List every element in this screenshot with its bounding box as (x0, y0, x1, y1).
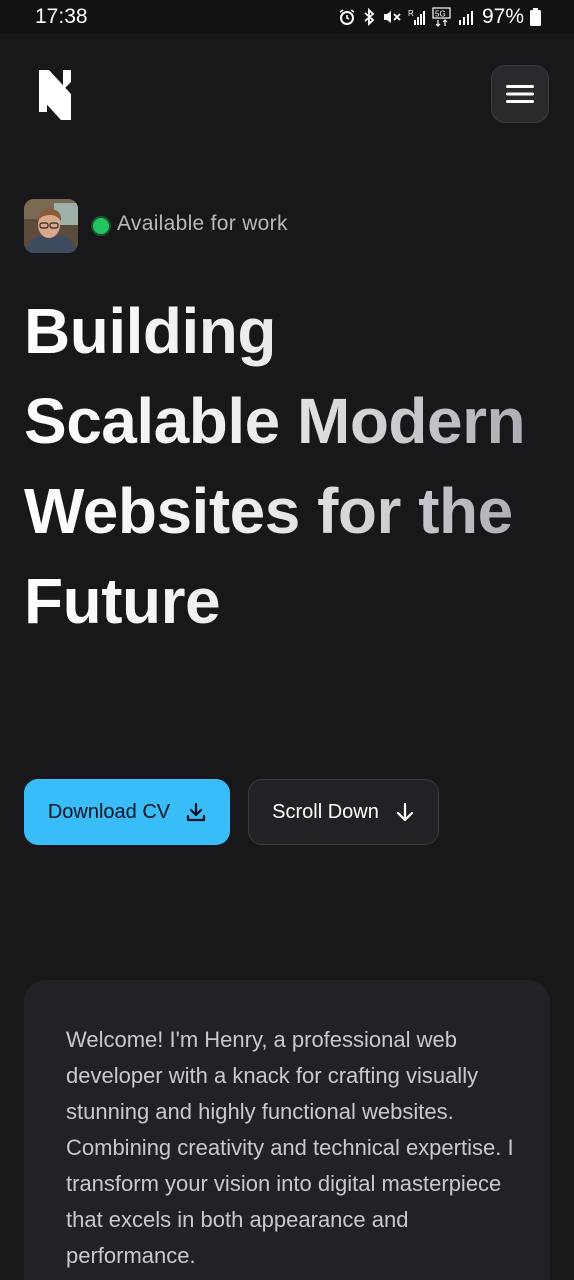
avatar (24, 199, 78, 253)
svg-text:R: R (408, 9, 414, 18)
svg-text:5G: 5G (435, 10, 446, 19)
download-icon (187, 802, 206, 822)
scroll-down-label: Scroll Down (272, 800, 379, 823)
signal-r-icon: R (408, 9, 425, 25)
status-time: 17:38 (35, 5, 88, 28)
alarm-icon (339, 9, 355, 25)
availability-text: Available for work (117, 212, 288, 235)
intro-text: Welcome! I'm Henry, a professional web d… (66, 1027, 514, 1268)
status-bar: 17:38 R 5G 97% (0, 0, 574, 34)
bluetooth-icon (364, 8, 375, 26)
5g-icon: 5G (432, 7, 451, 27)
available-status-dot (93, 218, 109, 234)
mute-icon (383, 11, 401, 23)
screen: 17:38 R 5G 97% Available for work Buildi… (0, 0, 574, 1280)
arrow-down-icon (396, 802, 413, 822)
signal-icon (458, 11, 473, 25)
hamburger-icon (506, 85, 534, 103)
scroll-down-button[interactable]: Scroll Down (248, 779, 439, 845)
intro-card: Welcome! I'm Henry, a professional web d… (24, 980, 550, 1280)
menu-button[interactable] (491, 65, 549, 123)
hero-headline: Building Scalable Modern Websites for th… (24, 286, 544, 646)
download-cv-button[interactable]: Download CV (24, 779, 230, 845)
logo-icon[interactable] (37, 68, 73, 122)
download-cv-label: Download CV (47, 800, 171, 823)
status-icons: R 5G 97% (338, 5, 541, 28)
battery-icon (530, 8, 541, 26)
battery-percentage: 97% (481, 5, 524, 28)
